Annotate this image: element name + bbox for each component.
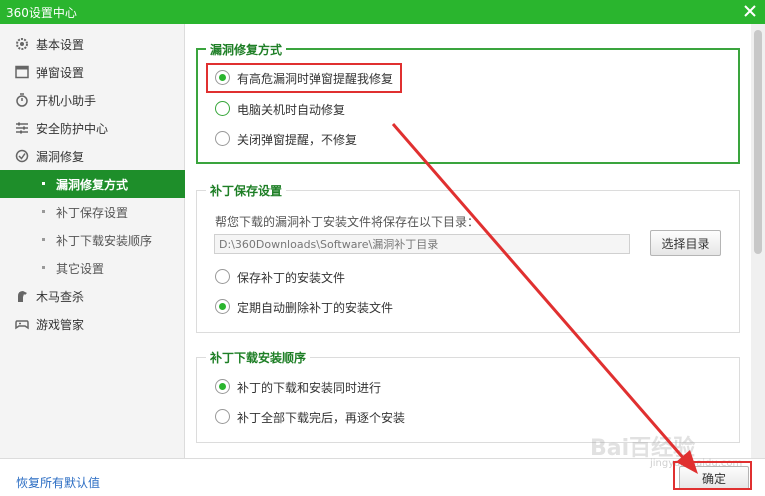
sidebar-subitem-download-order[interactable]: 补丁下载安装顺序 <box>0 226 185 254</box>
radio-popup-remind[interactable]: 有高危漏洞时弹窗提醒我修复 <box>215 69 415 87</box>
sidebar-subitem-label: 其它设置 <box>56 262 105 276</box>
section-title-download-order: 补丁下载安装顺序 <box>206 349 311 366</box>
radio-label: 有高危漏洞时弹窗提醒我修复 <box>237 72 394 86</box>
radio-label: 补丁的下载和安装同时进行 <box>237 381 382 395</box>
sidebar: 基本设置 弹窗设置 开机小助手 安全防护中心 漏洞修复 漏洞修复方式 补丁保存设… <box>0 24 185 458</box>
horse-icon <box>18 291 27 302</box>
radio-circle <box>215 379 230 394</box>
download-order-group <box>196 357 740 443</box>
sidebar-subitem-label: 补丁下载安装顺序 <box>56 234 153 248</box>
sidebar-item-label: 漏洞修复 <box>36 150 85 164</box>
sidebar-item-basic-settings[interactable]: 基本设置 <box>0 30 185 58</box>
radio-keep-patch-files[interactable]: 保存补丁的安装文件 <box>215 268 415 286</box>
patch-path-input[interactable] <box>214 234 630 254</box>
sidebar-item-label: 安全防护中心 <box>36 122 109 136</box>
sidebar-item-vulnerability-repair[interactable]: 漏洞修复 <box>0 142 185 170</box>
sidebar-subitem-other-settings[interactable]: 其它设置 <box>0 254 185 282</box>
timer-icon <box>16 93 28 107</box>
radio-label: 电脑关机时自动修复 <box>237 103 346 117</box>
sidebar-item-label: 开机小助手 <box>36 94 97 108</box>
vertical-scrollbar[interactable] <box>751 24 765 458</box>
patch-icon <box>15 149 29 163</box>
choose-directory-button[interactable]: 选择目录 <box>650 230 721 256</box>
scrollbar-thumb[interactable] <box>754 30 762 254</box>
sidebar-item-label: 木马查杀 <box>36 290 85 304</box>
footer-bar: 恢复所有默认值 确定 <box>0 458 765 496</box>
sidebar-subitem-label: 漏洞修复方式 <box>56 178 129 192</box>
title-bar: 360设置中心 <box>0 0 765 24</box>
bullet-dot <box>42 238 45 241</box>
sidebar-subitem-label: 补丁保存设置 <box>56 206 129 220</box>
bullet-dot <box>42 210 45 213</box>
sliders-icon <box>16 122 28 134</box>
restore-defaults-link[interactable]: 恢复所有默认值 <box>16 474 100 491</box>
radio-circle <box>215 131 230 146</box>
gamepad-icon <box>15 320 29 330</box>
radio-circle <box>215 269 230 284</box>
patch-save-description: 帮您下载的漏洞补丁安装文件将保存在以下目录： <box>215 215 480 229</box>
sidebar-item-label: 游戏管家 <box>36 318 85 332</box>
gear-icon <box>16 38 28 50</box>
sidebar-item-label: 基本设置 <box>36 38 85 52</box>
section-title-patch-save: 补丁保存设置 <box>206 182 287 199</box>
confirm-button[interactable]: 确定 <box>679 466 749 490</box>
section-title-repair-mode: 漏洞修复方式 <box>206 41 287 58</box>
radio-label: 关闭弹窗提醒，不修复 <box>237 133 358 147</box>
sidebar-item-label: 弹窗设置 <box>36 66 85 80</box>
radio-circle <box>215 299 230 314</box>
sidebar-item-security-center[interactable]: 安全防护中心 <box>0 114 185 142</box>
radio-circle <box>215 409 230 424</box>
sidebar-item-startup-assistant[interactable]: 开机小助手 <box>0 86 185 114</box>
radio-shutdown-repair[interactable]: 电脑关机时自动修复 <box>215 100 415 118</box>
sidebar-item-popup-settings[interactable]: 弹窗设置 <box>0 58 185 86</box>
sidebar-subitem-repair-mode[interactable]: 漏洞修复方式 <box>0 170 185 198</box>
radio-label: 定期自动删除补丁的安装文件 <box>237 301 394 315</box>
radio-label: 补丁全部下载完后，再逐个安装 <box>237 411 406 425</box>
radio-download-install-parallel[interactable]: 补丁的下载和安装同时进行 <box>215 378 415 396</box>
settings-content: 漏洞修复方式 有高危漏洞时弹窗提醒我修复 电脑关机时自动修复 关闭弹窗提醒，不修… <box>186 24 751 458</box>
window-icon <box>15 65 29 79</box>
window-title: 360设置中心 <box>6 6 77 20</box>
radio-circle <box>215 101 230 116</box>
radio-auto-delete-patch-files[interactable]: 定期自动删除补丁的安装文件 <box>215 298 435 316</box>
radio-download-then-install[interactable]: 补丁全部下载完后，再逐个安装 <box>215 408 445 426</box>
sidebar-subitem-patch-save[interactable]: 补丁保存设置 <box>0 198 185 226</box>
radio-no-repair[interactable]: 关闭弹窗提醒，不修复 <box>215 130 415 148</box>
close-icon[interactable] <box>741 2 759 20</box>
radio-circle <box>215 70 230 85</box>
radio-label: 保存补丁的安装文件 <box>237 271 346 285</box>
bullet-dot <box>42 182 45 185</box>
sidebar-item-trojan-scan[interactable]: 木马查杀 <box>0 282 185 310</box>
bullet-dot <box>42 266 45 269</box>
sidebar-item-game-manager[interactable]: 游戏管家 <box>0 310 185 338</box>
